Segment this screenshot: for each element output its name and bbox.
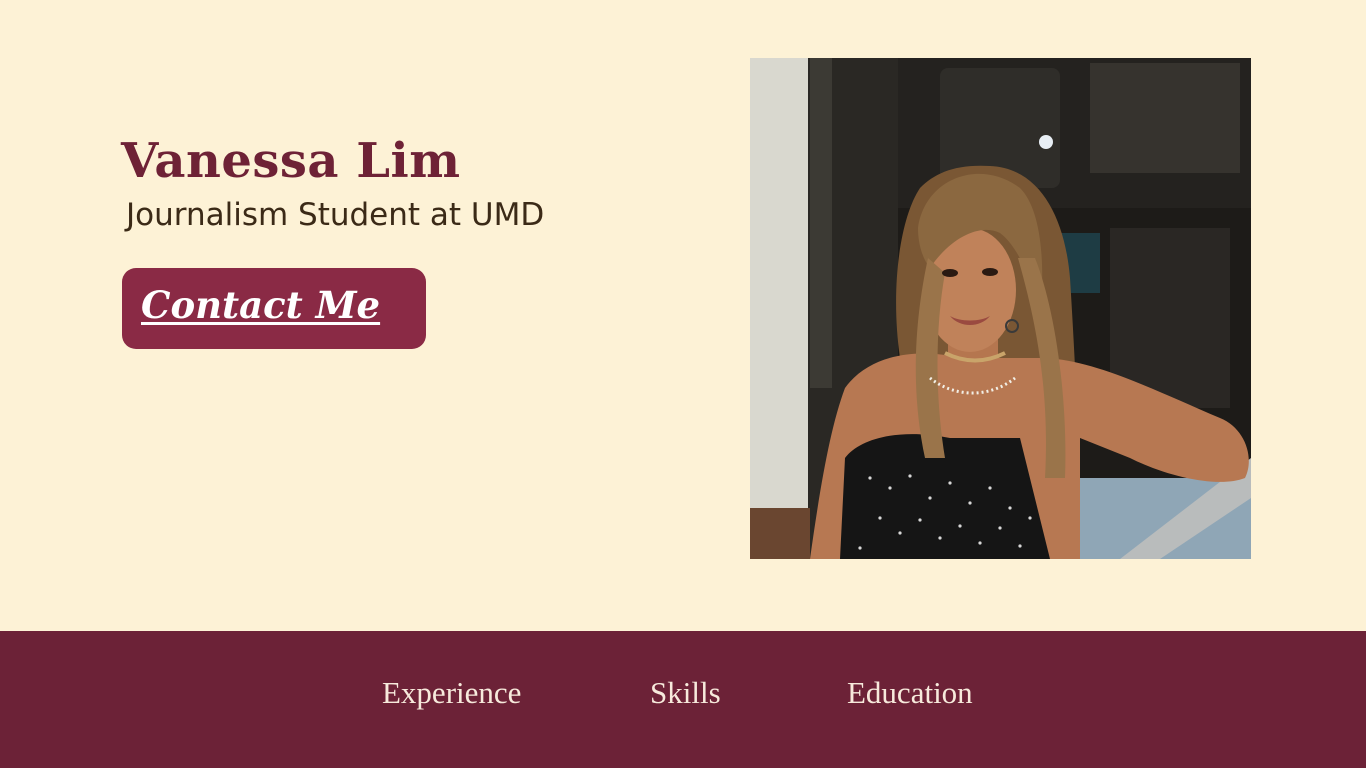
profile-photo-illustration [750, 58, 1251, 559]
nav-item-experience[interactable]: Experience [382, 673, 521, 713]
hero-subtitle: Journalism Student at UMD [126, 197, 545, 233]
nav-item-education[interactable]: Education [847, 673, 973, 713]
page-title: Vanessa Lim [121, 133, 461, 189]
contact-me-button[interactable]: Contact Me [122, 268, 426, 349]
contact-me-label: Contact Me [141, 283, 381, 327]
footer-nav: Experience Skills Education [0, 631, 1366, 768]
nav-item-skills[interactable]: Skills [650, 673, 721, 713]
profile-photo [750, 58, 1251, 559]
hero-section: Vanessa Lim Journalism Student at UMD Co… [0, 0, 1366, 631]
